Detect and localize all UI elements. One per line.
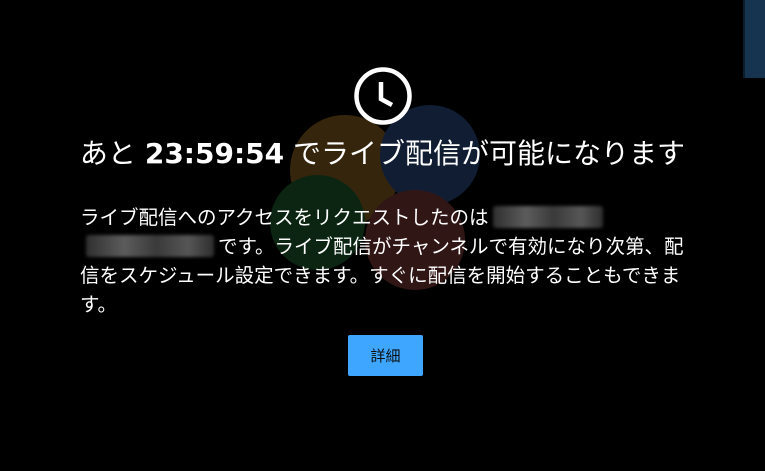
countdown-title: あと 23:59:54 でライブ配信が可能になります — [60, 140, 705, 168]
clock-icon — [354, 67, 412, 125]
redacted-date-part-1 — [492, 206, 603, 228]
learn-more-button[interactable]: 詳細 — [348, 335, 423, 376]
description-text-1: ライブ配信へのアクセスをリクエストしたのは — [80, 206, 489, 229]
countdown-timer: 23:59:54 — [144, 137, 285, 170]
title-suffix: でライブ配信が可能になります — [293, 137, 686, 170]
redacted-date-part-2 — [86, 235, 214, 257]
title-prefix: あと — [79, 137, 136, 170]
background-scrollbar — [743, 0, 765, 78]
access-description: ライブ配信へのアクセスをリクエストしたのはです。ライブ配信がチャンネルで有効にな… — [80, 203, 692, 319]
